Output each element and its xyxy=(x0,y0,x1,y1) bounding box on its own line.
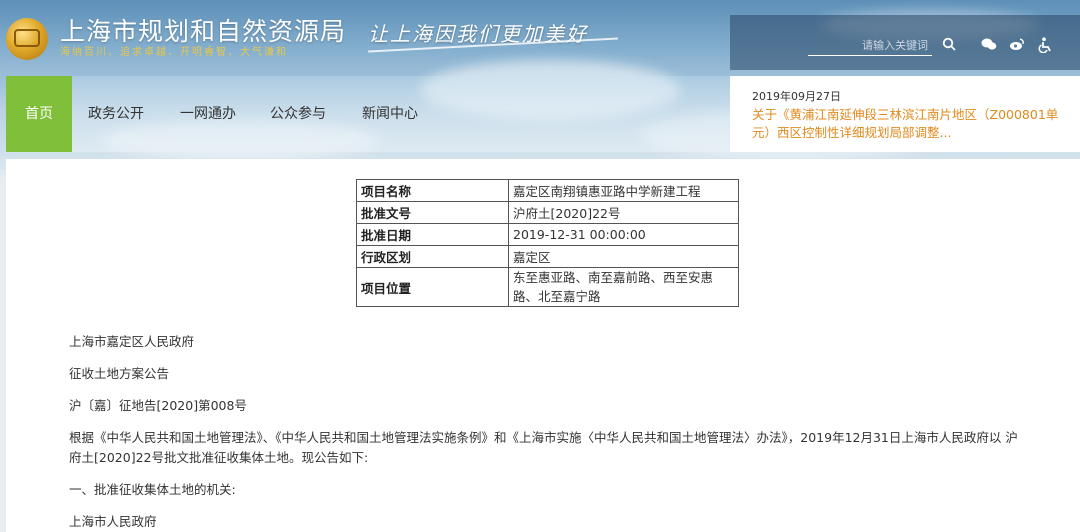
wechat-icon[interactable] xyxy=(980,37,998,55)
table-key: 批准日期 xyxy=(356,223,509,246)
project-info-table: 项目名称 嘉定区南翔镇惠亚路中学新建工程 批准文号 沪府土[2020]22号 批… xyxy=(356,179,739,307)
table-row: 批准日期 2019-12-31 00:00:00 xyxy=(356,223,739,246)
nav-public-participation[interactable]: 公众参与 xyxy=(260,76,336,152)
nav-news-center[interactable]: 新闻中心 xyxy=(352,76,428,152)
table-value: 东至惠亚路、南至嘉前路、西至安惠路、北至嘉宁路 xyxy=(508,267,739,307)
table-row: 项目位置 东至惠亚路、南至嘉前路、西至安惠路、北至嘉宁路 xyxy=(356,267,739,307)
news-ticker: 2019年09月27日 关于《黄浦江南延伸段三林滨江南片地区（Z000801单元… xyxy=(730,76,1080,152)
main-nav: 首页 政务公开 一网通办 公众参与 新闻中心 xyxy=(6,76,730,152)
table-value: 嘉定区南翔镇惠亚路中学新建工程 xyxy=(508,179,739,202)
site-title: 上海市规划和自然资源局 xyxy=(60,17,347,46)
nav-online-services[interactable]: 一网通办 xyxy=(170,76,246,152)
table-value: 2019-12-31 00:00:00 xyxy=(508,223,739,246)
accessibility-icon[interactable] xyxy=(1036,37,1054,55)
approving-authority: 上海市人民政府 xyxy=(69,514,157,529)
notice-number: 沪〔嘉〕征地告[2020]第008号 xyxy=(69,398,247,413)
table-key: 行政区划 xyxy=(356,245,509,268)
notice-body: 根据《中华人民共和国土地管理法》、《中华人民共和国土地管理法实施条例》和《上海市… xyxy=(69,430,1018,465)
site-motto: 海纳百川、追求卓越、开明睿智、大气谦和 xyxy=(60,47,288,58)
notice-title: 征收土地方案公告 xyxy=(69,366,170,381)
table-key: 批准文号 xyxy=(356,201,509,224)
emblem-icon xyxy=(6,18,48,60)
search-icon[interactable] xyxy=(940,37,958,55)
news-link[interactable]: 关于《黄浦江南延伸段三林滨江南片地区（Z000801单元）西区控制性详细规划局部… xyxy=(752,106,1068,142)
weibo-icon[interactable] xyxy=(1008,37,1026,55)
issuing-authority: 上海市嘉定区人民政府 xyxy=(69,334,195,349)
search-input[interactable] xyxy=(808,37,928,55)
top-toolbar xyxy=(730,15,1080,70)
table-key: 项目位置 xyxy=(356,267,509,307)
site-title-block: 上海市规划和自然资源局 海纳百川、追求卓越、开明睿智、大气谦和 xyxy=(60,18,346,60)
table-row: 行政区划 嘉定区 xyxy=(356,245,739,268)
news-date: 2019年09月27日 xyxy=(752,90,841,103)
table-row: 批准文号 沪府土[2020]22号 xyxy=(356,201,739,224)
nav-government-affairs[interactable]: 政务公开 xyxy=(78,76,154,152)
table-value: 嘉定区 xyxy=(508,245,739,268)
table-key: 项目名称 xyxy=(356,179,509,202)
main-content: 项目名称 嘉定区南翔镇惠亚路中学新建工程 批准文号 沪府土[2020]22号 批… xyxy=(6,159,1080,532)
table-value: 沪府土[2020]22号 xyxy=(508,201,739,224)
search-underline xyxy=(808,55,932,56)
nav-home[interactable]: 首页 xyxy=(6,76,72,152)
section-heading: 一、批准征收集体土地的机关: xyxy=(69,482,236,497)
site-logo[interactable]: 上海市规划和自然资源局 海纳百川、追求卓越、开明睿智、大气谦和 xyxy=(6,14,346,64)
table-row: 项目名称 嘉定区南翔镇惠亚路中学新建工程 xyxy=(356,179,739,202)
